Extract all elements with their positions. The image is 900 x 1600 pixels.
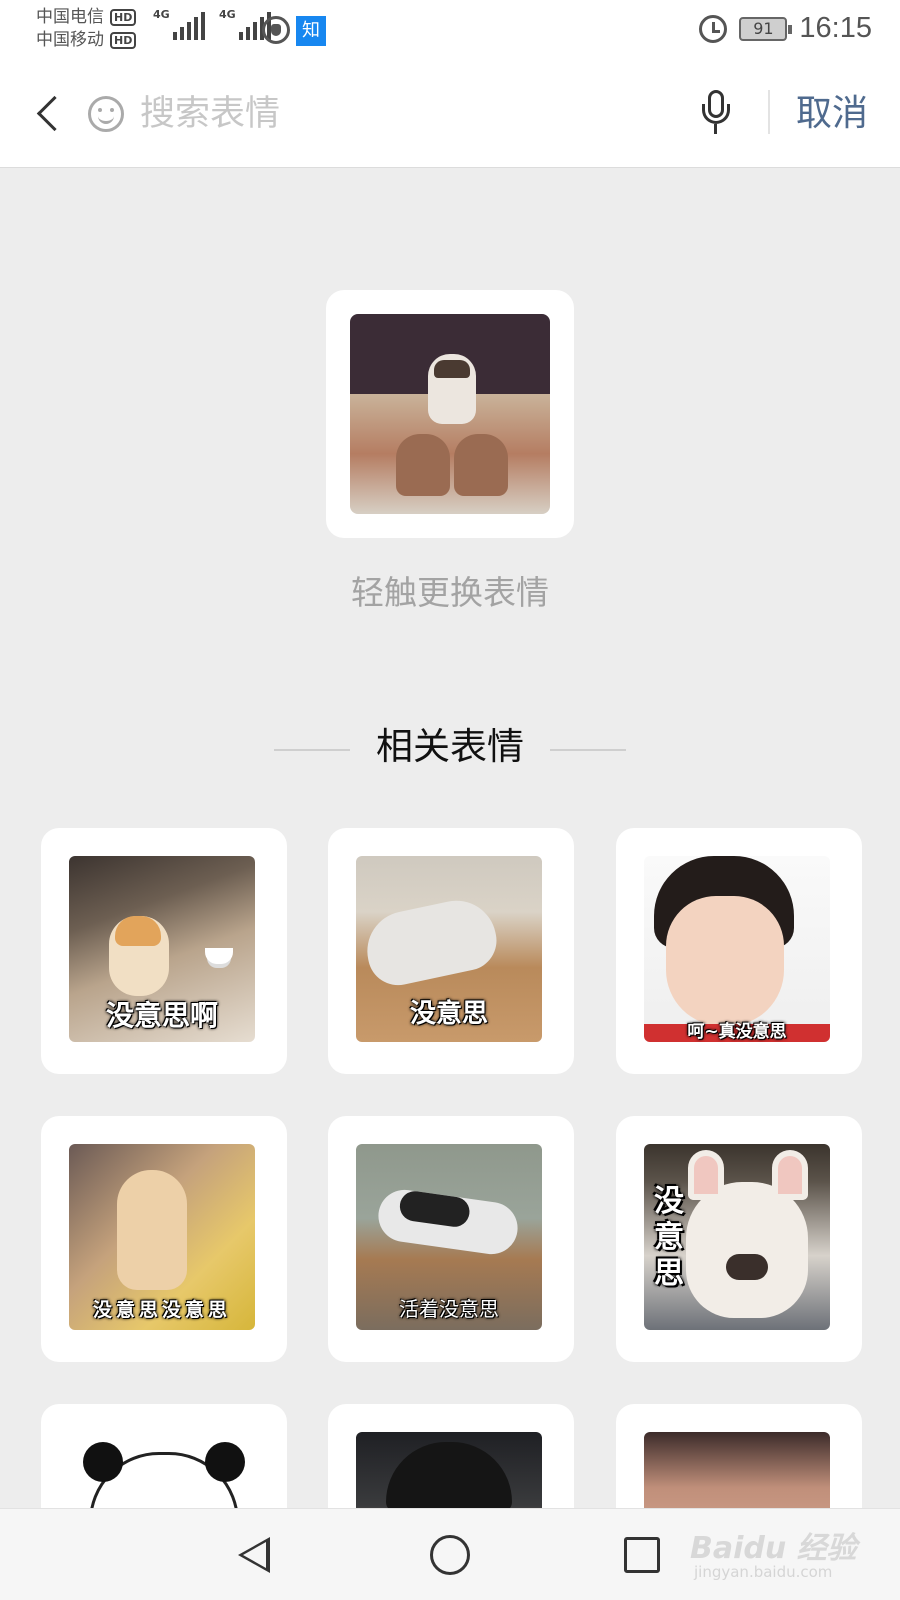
signal-indicators: 4G 4G <box>153 8 271 40</box>
clock-time: 16:15 <box>799 12 872 44</box>
tap-to-change-hint[interactable]: 轻触更换表情 <box>0 566 900 614</box>
sticker-caption: 没意思 <box>654 1184 684 1291</box>
sticker-caption: 没意思 <box>409 999 488 1029</box>
paw-figure <box>454 434 508 496</box>
sticker-image: 呵~真没意思 <box>644 856 830 1042</box>
carrier-info: 中国电信 HD 中国移动 HD <box>36 6 137 52</box>
sticker-tile-6[interactable]: 没意思 <box>616 1116 862 1362</box>
sticker-tile-2[interactable]: 没意思 <box>328 828 574 1074</box>
sticker-image: 没意思 <box>644 1144 830 1330</box>
carrier-1-label: 中国电信 <box>36 7 104 27</box>
sticker-image: 活着没意思 <box>356 1144 542 1330</box>
status-right-group: 91 16:15 <box>699 12 872 45</box>
nav-recent-square-icon[interactable] <box>624 1537 660 1573</box>
sticker-image <box>356 1432 542 1508</box>
related-sticker-grid: 没意思啊 没意思 呵~真没意思 没意思没意思 活着没意思 没意思 <box>0 828 900 1508</box>
battery-icon: 91 <box>739 16 793 41</box>
carrier-2-label: 中国移动 <box>36 30 104 50</box>
baidu-watermark-url: jingyan.baidu.com <box>694 1563 833 1581</box>
sticker-caption: 没意思没意思 <box>92 1299 231 1321</box>
section-divider-right <box>550 749 626 751</box>
featured-sticker-image <box>350 314 550 514</box>
sticker-image: 没意思啊 <box>69 856 255 1042</box>
status-bar: 中国电信 HD 中国移动 HD 4G 4G 知 91 16:15 <box>0 0 900 60</box>
smiley-face-icon <box>88 96 124 132</box>
sticker-image <box>644 1432 830 1508</box>
sticker-tile-8[interactable] <box>328 1404 574 1508</box>
back-arrow-icon[interactable] <box>28 88 68 140</box>
sticker-image: 没意思 <box>356 856 542 1042</box>
nav-home-circle-icon[interactable] <box>430 1535 470 1575</box>
sticker-tile-9[interactable] <box>616 1404 862 1508</box>
signal-strength-icon: 4G <box>153 8 205 40</box>
related-stickers-title: 相关表情 <box>376 725 524 768</box>
nav-back-triangle-icon[interactable] <box>238 1537 270 1573</box>
sticker-tile-5[interactable]: 活着没意思 <box>328 1116 574 1362</box>
search-header: 取消 <box>0 60 900 168</box>
sticker-tile-7[interactable] <box>41 1404 287 1508</box>
featured-sticker-card[interactable] <box>326 290 574 538</box>
sticker-tile-1[interactable]: 没意思啊 <box>41 828 287 1074</box>
header-divider <box>768 90 770 134</box>
sticker-tile-4[interactable]: 没意思没意思 <box>41 1116 287 1362</box>
microphone-icon[interactable] <box>696 90 736 138</box>
hand-stop-icon <box>262 16 290 44</box>
sticker-tile-3[interactable]: 呵~真没意思 <box>616 828 862 1074</box>
paw-figure <box>396 434 450 496</box>
sticker-image: 没意思没意思 <box>69 1144 255 1330</box>
sticker-caption: 呵~真没意思 <box>687 1022 787 1042</box>
hd-badge-1: HD <box>110 9 137 26</box>
search-input[interactable] <box>140 86 660 142</box>
baidu-watermark-logo: Baidu 经验 <box>690 1531 857 1566</box>
sticker-caption: 活着没意思 <box>399 1297 499 1321</box>
hd-badge-2: HD <box>110 32 137 49</box>
system-navigation-bar: Baidu 经验 jingyan.baidu.com <box>0 1508 900 1600</box>
alarm-icon <box>699 14 728 43</box>
network-type-2: 4G <box>219 8 236 21</box>
cat-figure <box>428 354 476 424</box>
network-type-1: 4G <box>153 8 170 21</box>
sticker-image <box>69 1432 255 1508</box>
cancel-button[interactable]: 取消 <box>796 90 868 138</box>
sticker-caption: 没意思啊 <box>105 999 218 1032</box>
zhihu-app-icon: 知 <box>296 16 326 46</box>
